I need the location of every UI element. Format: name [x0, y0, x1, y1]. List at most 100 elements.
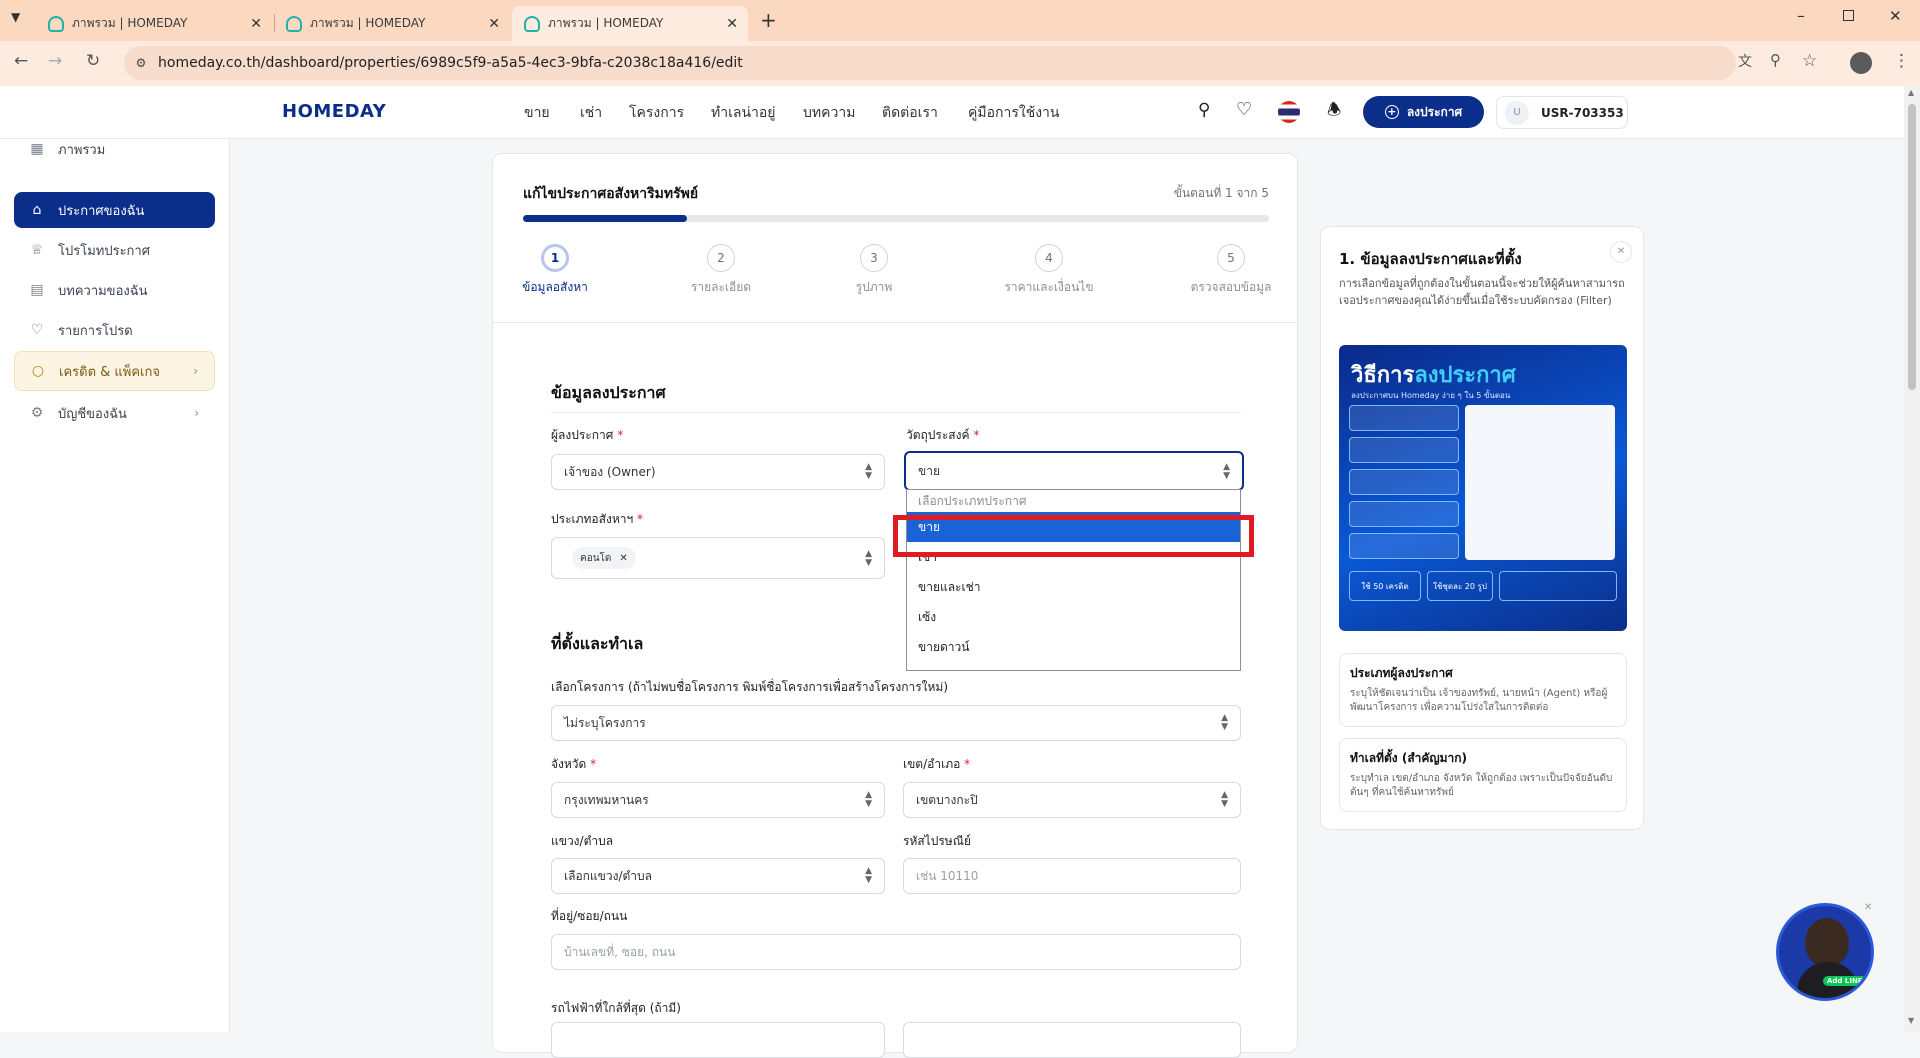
sidebar-item-overview[interactable]: ▦ ภาพรวม: [14, 131, 215, 167]
site-info-icon[interactable]: ⚙: [124, 56, 158, 70]
step-5[interactable]: 5 ตรวจสอบข้อมูล: [1183, 244, 1279, 297]
divider: [493, 322, 1297, 323]
close-help-button[interactable]: ✕: [1610, 241, 1632, 263]
close-tab-icon[interactable]: ✕: [726, 16, 738, 32]
browser-tab-2[interactable]: ภาพรวม | HOMEDAY ✕: [274, 6, 510, 41]
banner-screenshot-mock: [1465, 405, 1615, 560]
search-icon[interactable]: ⚲: [1198, 100, 1210, 120]
option-lease[interactable]: เซ้ง: [907, 602, 1240, 632]
sidebar-item-credits[interactable]: ○ เครดิต & แพ็คเกจ ›: [14, 351, 215, 391]
district-select[interactable]: เขตบางกะปิ ▲ ▼: [903, 782, 1241, 818]
post-listing-button[interactable]: + ลงประกาศ: [1363, 96, 1484, 128]
minimize-icon[interactable]: –: [1797, 6, 1805, 25]
step-number: 1: [541, 244, 569, 272]
close-window-icon[interactable]: ✕: [1889, 7, 1902, 25]
train-station-select[interactable]: [903, 1022, 1241, 1058]
nav-articles[interactable]: บทความ: [803, 102, 855, 124]
tip-poster-type: ประเภทผู้ลงประกาศ ระบุให้ชัดเจนว่าเป็น เ…: [1339, 653, 1627, 727]
reload-icon[interactable]: ↻: [86, 51, 100, 71]
back-icon[interactable]: ←: [14, 51, 28, 71]
page-scrollbar[interactable]: ▲ ▼: [1904, 86, 1920, 1032]
purpose-select[interactable]: ขาย ▲ ▼: [904, 451, 1244, 491]
nav-locations[interactable]: ทำเลน่าอยู่: [711, 102, 776, 124]
chip-label: คอนโด: [580, 552, 612, 564]
step-3[interactable]: 3 รูปภาพ: [834, 244, 914, 297]
zoom-icon[interactable]: ⚲: [1770, 51, 1781, 69]
scrollbar-thumb[interactable]: [1908, 104, 1916, 390]
address-input[interactable]: บ้านเลขที่, ซอย, ถนน: [551, 934, 1241, 970]
select-arrows-icon: ▲ ▼: [865, 549, 872, 568]
postcode-input[interactable]: เช่น 10110: [903, 858, 1241, 894]
scroll-down-arrow-icon[interactable]: ▼: [1908, 1016, 1914, 1025]
train-line-select[interactable]: [551, 1022, 885, 1058]
banner-badge-photo-text: ใช้ชุดละ 20 รูป: [1433, 581, 1487, 591]
province-select[interactable]: กรุงเทพมหานคร ▲ ▼: [551, 782, 885, 818]
nav-guide[interactable]: คู่มือการใช้งาน: [968, 102, 1059, 124]
poster-select[interactable]: เจ้าของ (Owner) ▲ ▼: [551, 454, 885, 490]
homeday-favicon-icon: [524, 15, 540, 32]
step-1[interactable]: 1 ข้อมูลอสังหา: [515, 244, 595, 297]
close-tab-icon[interactable]: ✕: [250, 16, 262, 32]
nav-projects[interactable]: โครงการ: [629, 102, 684, 124]
browser-tab-3[interactable]: ภาพรวม | HOMEDAY ✕: [512, 6, 748, 41]
bookmark-star-icon[interactable]: ☆: [1802, 51, 1817, 71]
translate-icon[interactable]: 文: [1738, 51, 1752, 71]
sidebar-item-my-listings[interactable]: ⌂ ประกาศของฉัน: [14, 192, 215, 228]
property-type-chip[interactable]: คอนโด ✕: [572, 547, 636, 569]
property-type-select[interactable]: คอนโด ✕ ▲ ▼: [551, 537, 885, 579]
select-arrows-icon: ▲ ▼: [1221, 790, 1228, 809]
postcode-label: รหัสไปรษณีย์: [903, 834, 971, 848]
add-line-badge[interactable]: Add LINE: [1823, 976, 1867, 986]
select-arrows-icon: ▲ ▼: [865, 790, 872, 809]
homeday-logo[interactable]: HOMEDAY: [282, 101, 386, 122]
browser-tab-1[interactable]: ภาพรวม | HOMEDAY ✕: [36, 6, 272, 41]
sidebar-item-account[interactable]: ⚙ บัญชีของฉัน ›: [14, 395, 215, 431]
browser-menu-icon[interactable]: ⋮: [1893, 51, 1910, 71]
chat-assistant-widget[interactable]: Add LINE: [1776, 903, 1874, 1001]
close-chat-icon[interactable]: ✕: [1864, 902, 1872, 913]
project-select[interactable]: ไม่ระบุโครงการ ▲ ▼: [551, 705, 1241, 741]
dropdown-placeholder-option: เลือกประเภทประกาศ: [918, 494, 1027, 508]
province-value: กรุงเทพมหานคร: [564, 792, 649, 807]
option-sell-down[interactable]: ขายดาวน์: [907, 632, 1240, 662]
dashboard-sidebar: ▦ ภาพรวม ⌂ ประกาศของฉัน ♕ โปรโมทประกาศ ▤ บทค…: [0, 139, 230, 1032]
sidebar-item-favorites[interactable]: ♡ รายการโปรด: [14, 312, 215, 348]
sidebar-item-promote[interactable]: ♕ โปรโมทประกาศ: [14, 232, 215, 268]
heart-icon[interactable]: ♡: [1236, 99, 1252, 120]
tip-text: ระบุทำเล เขต/อำเภอ จังหวัด ให้ถูกต้อง เพ…: [1350, 773, 1613, 798]
sidebar-item-label: โปรโมทประกาศ: [58, 243, 150, 259]
select-arrows-icon: ▲ ▼: [865, 462, 872, 481]
step-2[interactable]: 2 รายละเอียด: [681, 244, 761, 297]
new-tab-icon[interactable]: +: [760, 8, 777, 32]
purpose-value: ขาย: [918, 463, 940, 478]
form-title: แก้ไขประกาศอสังหาริมทรัพย์: [523, 186, 699, 202]
chevron-right-icon: ›: [194, 406, 199, 420]
nav-sell[interactable]: ขาย: [524, 102, 550, 124]
nav-contact[interactable]: ติดต่อเรา: [882, 102, 938, 124]
address-bar[interactable]: ⚙ homeday.co.th/dashboard/properties/698…: [124, 46, 1736, 80]
chip-remove-icon[interactable]: ✕: [619, 553, 627, 564]
step-4[interactable]: 4 ราคาและเงื่อนไข: [994, 244, 1104, 297]
profile-avatar-icon[interactable]: [1850, 52, 1872, 74]
section-underline: [551, 412, 1241, 413]
scroll-up-arrow-icon[interactable]: ▲: [1908, 88, 1914, 97]
user-id: USR-703353: [1541, 105, 1624, 120]
thai-flag-icon[interactable]: [1278, 101, 1300, 123]
user-menu[interactable]: U USR-703353: [1496, 96, 1628, 129]
tab-list-chevron-icon[interactable]: ▼: [11, 10, 20, 24]
forward-icon[interactable]: →: [48, 51, 62, 71]
banner-badge-credit-text: ใช้ 50 เครดิต: [1361, 581, 1409, 591]
banner-subtitle: ลงประกาศบน Homeday ง่าย ๆ ใน 5 ขั้นตอน: [1351, 391, 1511, 400]
step-number: 2: [707, 244, 735, 272]
document-icon: ▤: [30, 282, 44, 298]
project-value: ไม่ระบุโครงการ: [564, 715, 646, 730]
nav-rent[interactable]: เช่า: [580, 102, 602, 124]
address-placeholder: บ้านเลขที่, ซอย, ถนน: [564, 944, 676, 959]
notification-bell-icon[interactable]: 🕭: [1327, 99, 1341, 126]
how-to-post-banner: วิธีการลงประกาศ ลงประกาศบน Homeday ง่าย …: [1339, 345, 1627, 631]
restore-icon[interactable]: [1843, 10, 1854, 21]
subdistrict-select[interactable]: เลือกแขวง/ตำบล ▲ ▼: [551, 858, 885, 894]
option-sell-and-rent[interactable]: ขายและเช่า: [907, 572, 1240, 602]
sidebar-item-my-articles[interactable]: ▤ บทความของฉัน: [14, 272, 215, 308]
close-tab-icon[interactable]: ✕: [488, 16, 500, 32]
